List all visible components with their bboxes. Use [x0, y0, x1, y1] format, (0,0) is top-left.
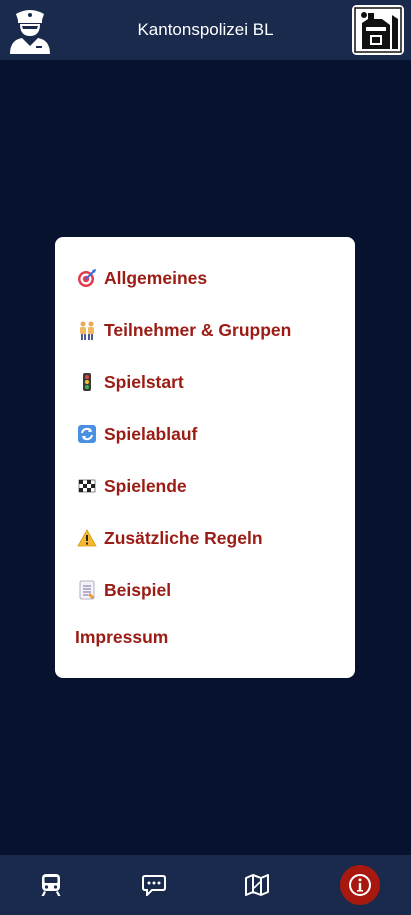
target-icon — [77, 268, 97, 288]
top-bar: Kantonspolizei BL — [0, 0, 411, 60]
traffic-light-icon — [77, 372, 97, 392]
menu-item-label: Allgemeines — [104, 267, 208, 288]
menu-item-teilnehmer-gruppen[interactable]: Teilnehmer & Gruppen — [77, 316, 291, 344]
menu-item-spielende[interactable]: Spielende — [77, 472, 187, 500]
menu-item-label: Spielstart — [104, 371, 184, 392]
menu-item-spielstart[interactable]: Spielstart — [77, 368, 184, 396]
info-icon — [349, 874, 371, 896]
menu-item-label: Beispiel — [104, 579, 172, 600]
bottom-navigation — [0, 855, 411, 915]
kantonspolizei-logo — [352, 5, 404, 55]
train-icon — [41, 874, 61, 896]
nav-info-button[interactable] — [340, 865, 380, 905]
info-menu-card: Allgemeines Teilnehmer & Gruppen Spielst… — [55, 237, 355, 678]
impressum-link[interactable]: Impressum — [75, 627, 168, 648]
menu-item-label: Teilnehmer & Gruppen — [104, 319, 292, 340]
map-icon — [245, 874, 269, 896]
menu-item-allgemeines[interactable]: Allgemeines — [77, 264, 207, 292]
nav-train-button[interactable] — [31, 865, 71, 905]
menu-item-label: Spielende — [104, 475, 187, 496]
chat-icon — [142, 875, 166, 896]
menu-item-label: Spielablauf — [104, 423, 198, 444]
document-icon — [77, 580, 97, 600]
warning-icon — [77, 528, 97, 548]
menu-item-beispiel[interactable]: Beispiel — [77, 576, 171, 604]
checkered-flag-icon — [77, 476, 97, 496]
menu-item-spielablauf[interactable]: Spielablauf — [77, 420, 197, 448]
menu-item-zusaetzliche-regeln[interactable]: Zusätzliche Regeln — [77, 524, 263, 552]
nav-map-button[interactable] — [237, 865, 277, 905]
cycle-arrows-icon — [77, 424, 97, 444]
menu-item-label: Zusätzliche Regeln — [104, 527, 263, 548]
people-icon — [77, 320, 97, 340]
nav-chat-button[interactable] — [134, 865, 174, 905]
page-title: Kantonspolizei BL — [137, 20, 274, 39]
